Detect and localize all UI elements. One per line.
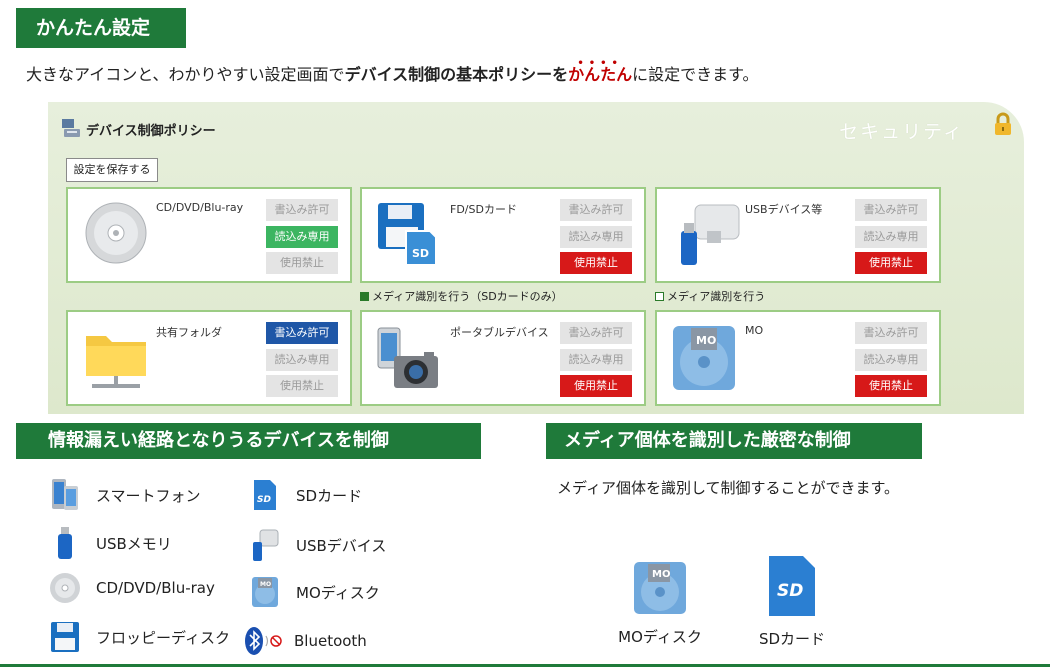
- card-portable-device: ポータブルデバイス 書込み許可 読込み専用 使用禁止: [360, 310, 646, 406]
- svg-text:MO: MO: [696, 334, 716, 347]
- usb-memory-icon: [48, 524, 82, 562]
- device-label: USBメモリ: [96, 534, 172, 553]
- media-item-label: SDカード: [758, 630, 826, 648]
- emphasis-dots: ••••: [577, 58, 623, 69]
- device-label: CD/DVD/Blu-ray: [96, 579, 215, 597]
- svg-text:MO: MO: [260, 581, 271, 588]
- svg-text:SD: SD: [412, 247, 429, 260]
- device-item: CD/DVD/Blu-ray: [48, 569, 215, 607]
- sd-card-icon: SD: [248, 476, 282, 514]
- device-policy-icon: [60, 117, 82, 143]
- checkbox-label: メディア識別を行う（SDカードのみ）: [372, 290, 563, 303]
- checkbox-unchecked-icon: [655, 292, 664, 301]
- device-item: USBデバイス: [248, 526, 386, 564]
- svg-text:SD: SD: [257, 495, 271, 505]
- device-item: MO MOディスク: [248, 573, 380, 611]
- device-label: Bluetooth: [294, 632, 367, 650]
- portable-device-icon: [376, 326, 440, 396]
- usb-device-icon: [248, 526, 282, 564]
- read-only-button[interactable]: 読込み専用: [560, 349, 632, 371]
- checkbox-label: メディア識別を行う: [667, 290, 766, 303]
- smartphone-icon: [48, 476, 82, 514]
- device-label: フロッピーディスク: [96, 628, 230, 647]
- card-shared-folder: 共有フォルダ 書込み許可 読込み専用 使用禁止: [66, 310, 352, 406]
- media-item-label: MOディスク: [618, 628, 702, 646]
- mo-disk-icon: MO: [248, 573, 282, 611]
- panel-title: デバイス制御ポリシー: [86, 124, 216, 139]
- read-only-button[interactable]: 読込み専用: [855, 226, 927, 248]
- intro-text: 大きなアイコンと、わかりやすい設定画面でデバイス制御の基本ポリシーを •••• かん…: [26, 58, 759, 88]
- media-description: メディア個体を識別して制御することができます。: [557, 479, 900, 497]
- usb-device-icon: [677, 201, 741, 271]
- read-only-button[interactable]: 読込み専用: [560, 226, 632, 248]
- mo-disk-icon: MO: [632, 562, 688, 620]
- mo-disk-icon: MO: [671, 324, 737, 396]
- intro-emphasis: •••• かんたん: [568, 58, 632, 84]
- checkbox-checked-icon: [360, 292, 369, 301]
- deny-button[interactable]: 使用禁止: [855, 375, 927, 397]
- write-allow-button[interactable]: 書込み許可: [855, 322, 927, 344]
- write-allow-button[interactable]: 書込み許可: [855, 199, 927, 221]
- floppy-icon: [48, 618, 82, 656]
- floppy-sd-icon: SD: [376, 201, 440, 271]
- sd-tag: SD: [777, 581, 803, 601]
- card-label: FD/SDカード: [450, 203, 517, 216]
- device-item: フロッピーディスク: [48, 618, 230, 656]
- deny-button[interactable]: 使用禁止: [560, 375, 632, 397]
- mo-tag: MO: [652, 569, 670, 580]
- card-fd-sd: SD FD/SDカード 書込み許可 読込み専用 使用禁止: [360, 187, 646, 283]
- panel-section-label: セキュリティ: [839, 121, 964, 143]
- deny-button[interactable]: 使用禁止: [266, 252, 338, 274]
- disc-icon: [48, 569, 82, 607]
- read-only-button[interactable]: 読込み専用: [266, 349, 338, 371]
- save-settings-button[interactable]: 設定を保存する: [66, 158, 158, 182]
- bluetooth-icon: [244, 622, 284, 660]
- write-allow-button[interactable]: 書込み許可: [266, 322, 338, 344]
- device-label: MOディスク: [296, 583, 380, 602]
- disc-icon: [84, 201, 148, 269]
- section-title-media: メディア個体を識別した厳密な制御: [546, 423, 922, 459]
- card-label: MO: [745, 324, 764, 337]
- lock-icon[interactable]: [992, 112, 1014, 140]
- intro-bold: デバイス制御の基本ポリシーを: [344, 65, 569, 84]
- card-label: USBデバイス等: [745, 203, 823, 216]
- device-policy-panel: デバイス制御ポリシー セキュリティ 設定を保存する CD/DVD/Blu-ray…: [48, 102, 1024, 414]
- media-id-usb-checkbox[interactable]: メディア識別を行う: [655, 288, 765, 304]
- bottom-divider: [0, 664, 1050, 667]
- device-item: USBメモリ: [48, 524, 172, 562]
- media-id-sd-checkbox[interactable]: メディア識別を行う（SDカードのみ）: [360, 288, 563, 304]
- section-title-kantan: かんたん設定: [16, 8, 186, 48]
- device-label: スマートフォン: [96, 486, 201, 505]
- section-title-leak: 情報漏えい経路となりうるデバイスを制御: [16, 423, 481, 459]
- card-cd-dvd: CD/DVD/Blu-ray 書込み許可 読込み専用 使用禁止: [66, 187, 352, 283]
- write-allow-button[interactable]: 書込み許可: [266, 199, 338, 221]
- card-usb: USBデバイス等 書込み許可 読込み専用 使用禁止: [655, 187, 941, 283]
- device-item: スマートフォン: [48, 476, 201, 514]
- deny-button[interactable]: 使用禁止: [560, 252, 632, 274]
- media-item-sd: SD SDカード: [752, 554, 832, 649]
- read-only-button[interactable]: 読込み専用: [855, 349, 927, 371]
- card-label: CD/DVD/Blu-ray: [156, 201, 244, 214]
- device-label: USBデバイス: [296, 536, 387, 555]
- sd-card-icon: SD: [765, 556, 819, 622]
- deny-button[interactable]: 使用禁止: [266, 375, 338, 397]
- media-item-mo: MO MOディスク: [610, 560, 710, 647]
- write-allow-button[interactable]: 書込み許可: [560, 199, 632, 221]
- card-label: ポータブルデバイス: [450, 326, 549, 339]
- device-item: SD SDカード: [248, 476, 362, 514]
- shared-folder-icon: [84, 326, 148, 396]
- write-allow-button[interactable]: 書込み許可: [560, 322, 632, 344]
- intro-part1: 大きなアイコンと、わかりやすい設定画面で: [26, 65, 345, 84]
- deny-button[interactable]: 使用禁止: [855, 252, 927, 274]
- read-only-button[interactable]: 読込み専用: [266, 226, 338, 248]
- device-label: SDカード: [296, 486, 363, 505]
- intro-part2: に設定できます。: [632, 65, 759, 84]
- device-item: Bluetooth: [244, 622, 367, 660]
- card-mo: MO MO 書込み許可 読込み専用 使用禁止: [655, 310, 941, 406]
- card-label: 共有フォルダ: [156, 326, 222, 339]
